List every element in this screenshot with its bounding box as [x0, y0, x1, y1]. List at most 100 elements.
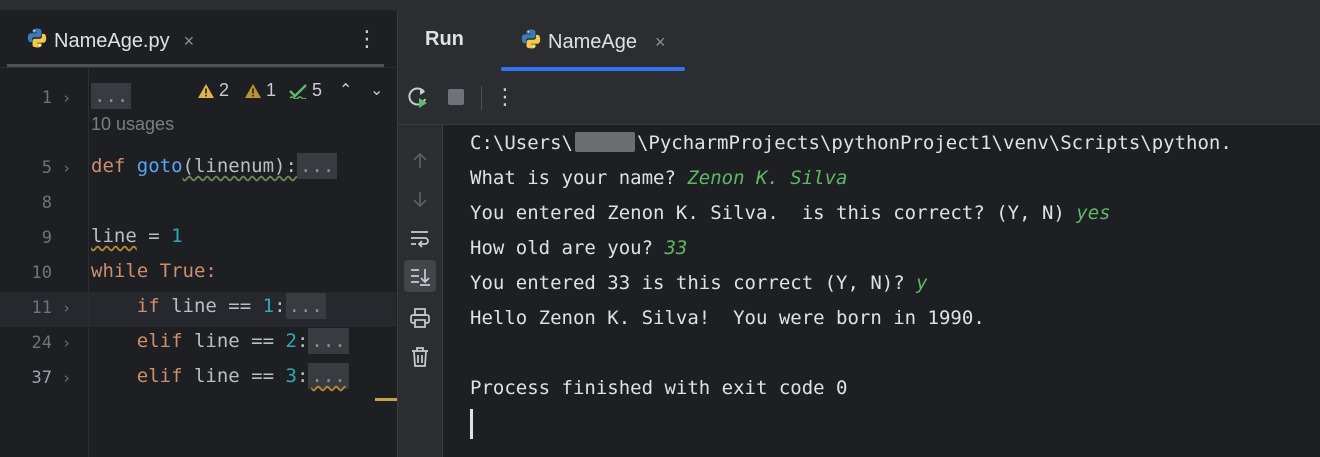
line-number: 8 — [41, 193, 52, 213]
code-line-1[interactable]: ... — [91, 83, 132, 109]
line-number: 1 — [41, 88, 52, 108]
console-output[interactable]: C:\Users\ \PycharmProjects\pythonProject1… — [470, 128, 1320, 457]
variable: line — [91, 225, 137, 247]
folded-region[interactable]: ... — [91, 83, 132, 109]
run-tool-window: Run NameAge × ⋮ C:\Users\ \PycharmProjec… — [397, 10, 1320, 457]
rerun-icon[interactable] — [405, 84, 431, 110]
editor-tab-bar: NameAge.py × ⋮ — [0, 10, 396, 68]
down-arrow-icon[interactable] — [404, 183, 436, 215]
function-name: goto — [136, 155, 183, 177]
prompt-text: You entered 33 is this correct (Y, N)? — [470, 272, 917, 294]
operator: = — [136, 225, 172, 247]
typo-count: 5 — [312, 80, 323, 100]
code-line-11[interactable]: if line == 1:... — [91, 293, 326, 319]
fold-chevron-icon[interactable]: › — [62, 334, 71, 352]
soft-wrap-icon[interactable] — [404, 222, 436, 254]
more-vertical-icon[interactable]: ⋮ — [356, 26, 378, 52]
fold-chevron-icon[interactable]: › — [62, 299, 71, 317]
user-input: y — [916, 272, 928, 294]
editor-tab-indicator — [7, 64, 384, 67]
console-line-command: C:\Users\ \PycharmProjects\pythonProject1… — [470, 132, 1232, 154]
number-literal: 2 — [285, 330, 297, 352]
line-number: 24 — [31, 333, 52, 353]
console-line-confirm-name: You entered Zenon K. Silva. is this corr… — [470, 202, 1111, 224]
inspection-widget[interactable]: 2 — [197, 80, 229, 101]
chevron-down-icon: ⌄ — [370, 82, 384, 99]
chevron-up-icon: ⌃ — [339, 82, 353, 99]
next-highlight-button[interactable]: ⌄ — [370, 80, 383, 100]
warning-icon — [198, 83, 214, 98]
typo-indicator[interactable]: 5 — [288, 80, 322, 101]
close-icon[interactable]: × — [184, 31, 195, 52]
keyword: while — [91, 260, 149, 282]
folded-region[interactable]: ... — [308, 363, 349, 389]
code-line-24[interactable]: elif line == 2:... — [91, 328, 349, 354]
python-icon — [26, 27, 48, 55]
weak-warning-indicator[interactable]: 1 — [244, 80, 276, 101]
path-segment: \PycharmProjects\pythonProject1\venv\Scr… — [636, 132, 1232, 154]
function-params: (linenum): — [182, 155, 297, 177]
python-icon — [520, 28, 542, 56]
condition: line == — [159, 295, 263, 317]
fold-chevron-icon[interactable]: › — [62, 159, 71, 177]
line-number: 10 — [31, 263, 52, 283]
caret-marker — [375, 398, 397, 401]
condition: True: — [148, 260, 217, 282]
code-line-9[interactable]: line = 1 — [91, 225, 183, 247]
run-title[interactable]: Run — [425, 28, 464, 51]
console-line-result: Hello Zenon K. Silva! You were born in 1… — [470, 307, 985, 329]
run-tab-indicator — [501, 67, 685, 71]
run-toolbar: ⋮ — [398, 72, 1320, 125]
keyword: elif — [136, 330, 183, 352]
print-icon[interactable] — [404, 302, 436, 334]
fold-chevron-icon[interactable]: › — [62, 369, 71, 387]
keyword: def — [91, 155, 126, 177]
console-line-age-prompt: How old are you? 33 — [470, 237, 687, 259]
number-literal: 3 — [285, 365, 297, 387]
close-icon[interactable]: × — [655, 32, 666, 53]
weak-warning-icon — [245, 83, 261, 98]
scroll-to-end-icon[interactable] — [404, 260, 436, 292]
path-segment: C:\Users\ — [470, 132, 573, 154]
number-literal: 1 — [262, 295, 275, 317]
user-input: Zenon K. Silva — [687, 167, 848, 189]
stop-icon[interactable] — [443, 84, 469, 110]
editor-tab-nameage[interactable]: NameAge.py × — [26, 26, 194, 56]
code-line-37[interactable]: elif line == 3:... — [91, 363, 349, 389]
code-line-5[interactable]: def goto(linenum):... — [91, 153, 338, 179]
toolbar-separator — [481, 86, 482, 110]
folded-region[interactable]: ... — [308, 328, 349, 354]
code-editor[interactable]: NameAge.py × ⋮ 1 › 5 › 8 9 10 11 › 24 › … — [0, 10, 397, 457]
text-cursor — [470, 409, 473, 439]
usages-hint[interactable]: 10 usages — [91, 114, 174, 135]
folded-region[interactable]: ... — [285, 293, 326, 319]
condition: line == — [182, 330, 286, 352]
weak-warning-count: 1 — [266, 80, 277, 100]
line-number: 9 — [41, 228, 52, 248]
more-icon[interactable]: ⋮ — [492, 84, 518, 110]
code-line-10[interactable]: while True: — [91, 260, 217, 282]
run-tab-nameage[interactable]: NameAge × — [520, 28, 665, 56]
editor-tab-label: NameAge.py — [54, 29, 170, 52]
run-tab-label: NameAge — [548, 30, 637, 53]
condition: line == — [182, 365, 286, 387]
keyword: if — [136, 295, 160, 317]
run-header: Run NameAge × — [398, 10, 1320, 72]
console-line-confirm-age: You entered 33 is this correct (Y, N)? y — [470, 272, 928, 294]
folded-region[interactable]: ... — [296, 153, 338, 179]
prompt-text: How old are you? — [470, 237, 665, 259]
line-number: 11 — [31, 298, 52, 318]
user-input: 33 — [664, 237, 688, 259]
redacted-username — [574, 132, 635, 152]
prompt-text: You entered Zenon K. Silva. is this corr… — [470, 202, 1077, 224]
console-line-exit: Process finished with exit code 0 — [470, 377, 848, 399]
previous-highlight-button[interactable]: ⌃ — [339, 80, 352, 100]
line-gutter: 1 › 5 › 8 9 10 11 › 24 › 37 › — [0, 68, 89, 457]
typo-check-icon — [289, 83, 307, 99]
up-arrow-icon[interactable] — [404, 145, 436, 177]
prompt-text: What is your name? — [470, 167, 688, 189]
user-input: yes — [1076, 202, 1111, 224]
trash-icon[interactable] — [404, 341, 436, 373]
console-side-toolbar — [398, 125, 443, 457]
fold-chevron-icon[interactable]: › — [62, 89, 71, 107]
